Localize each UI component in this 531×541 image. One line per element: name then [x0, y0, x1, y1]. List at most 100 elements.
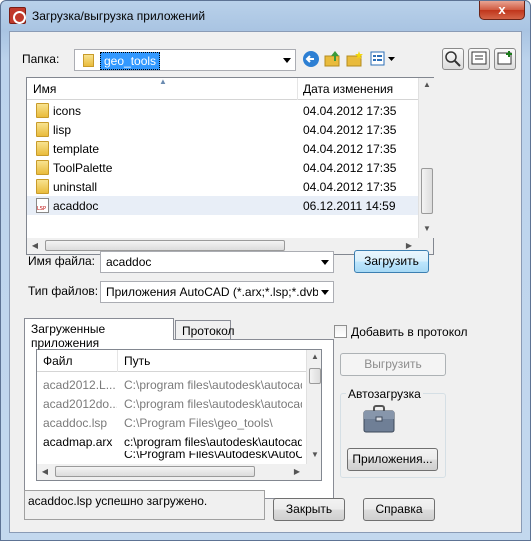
app-file: acaddoc.lsp — [43, 416, 108, 430]
autocad-app-icon — [9, 7, 26, 24]
app-row[interactable]: acad2012do... C:\program files\autodesk\… — [37, 394, 307, 413]
chevron-down-icon — [283, 58, 291, 63]
lsp-file-icon — [36, 198, 49, 213]
loaded-applications-list[interactable]: Файл Путь acad2012.L... C:\program files… — [36, 349, 322, 481]
column-divider[interactable] — [117, 350, 118, 372]
help-button[interactable]: Справка — [363, 498, 435, 521]
app-path: C:\Program Files\geo_tools\ — [124, 416, 273, 430]
app-row[interactable]: C:\Program Files\Autodesk\AutoCA... — [37, 451, 307, 462]
app-file: acad2012do... — [43, 397, 117, 411]
sort-ascending-icon: ▲ — [159, 77, 167, 86]
app-path: c:\program files\autodesk\autocad ... — [124, 435, 302, 449]
file-name: template — [53, 142, 100, 156]
chevron-down-icon — [321, 290, 329, 295]
file-row[interactable]: ToolPalette 04.04.2012 17:35 — [27, 158, 418, 177]
file-date: 04.04.2012 17:35 — [303, 180, 397, 194]
scroll-left-icon[interactable]: ◀ — [27, 241, 43, 250]
file-list[interactable]: Имя ▲ Дата изменения icons 04.04.2012 17… — [26, 77, 434, 255]
app-file: acadmap.arx — [43, 435, 113, 449]
app-list-header: Файл Путь — [37, 350, 307, 372]
title-bar[interactable]: Загрузка/выгрузка приложений x — [1, 1, 530, 31]
filetype-combo[interactable]: Приложения AutoCAD (*.arx;*.lsp;*.dvb;*.… — [100, 281, 334, 303]
add-to-log-label: Добавить в протокол — [351, 325, 468, 339]
new-folder-icon[interactable] — [346, 50, 366, 70]
file-name: lisp — [53, 123, 72, 137]
app-path: C:\Program Files\Autodesk\AutoCA... — [124, 451, 302, 461]
file-list-header: Имя ▲ Дата изменения — [27, 77, 418, 100]
add-to-log-checkbox[interactable] — [334, 325, 347, 338]
scroll-thumb[interactable] — [55, 466, 255, 477]
app-path: C:\program files\autodesk\autocad ... — [124, 397, 302, 411]
folder-label: Папка: — [22, 52, 60, 66]
scroll-thumb[interactable] — [45, 240, 285, 251]
file-row[interactable]: uninstall 04.04.2012 17:35 — [27, 177, 418, 196]
folder-icon — [36, 179, 49, 194]
name-column-header[interactable]: Имя — [33, 82, 56, 96]
chevron-down-icon — [321, 260, 329, 265]
scroll-up-icon[interactable]: ▲ — [307, 352, 321, 361]
filename-combo[interactable]: acaddoc — [100, 251, 334, 273]
scroll-left-icon[interactable]: ◀ — [37, 467, 53, 476]
loaded-applications-panel: Файл Путь acad2012.L... C:\program files… — [24, 339, 334, 499]
file-name: icons — [53, 104, 82, 118]
app-path: C:\program files\autodesk\autocad ... — [124, 378, 302, 392]
file-row[interactable]: lisp 04.04.2012 17:35 — [27, 120, 418, 139]
scroll-thumb[interactable] — [309, 368, 321, 384]
folder-icon — [36, 141, 49, 156]
load-button[interactable]: Загрузить — [354, 250, 429, 273]
file-list-vertical-scrollbar[interactable]: ▲ ▼ — [418, 78, 434, 238]
file-row[interactable]: template 04.04.2012 17:35 — [27, 139, 418, 158]
add-to-favorites-icon[interactable] — [494, 48, 516, 70]
tab-log[interactable]: Протокол — [175, 320, 235, 340]
file-date: 04.04.2012 17:35 — [303, 142, 397, 156]
folder-icon — [36, 122, 49, 137]
window-title: Загрузка/выгрузка приложений — [32, 9, 206, 23]
column-divider[interactable] — [297, 78, 298, 100]
file-column-header[interactable]: Файл — [43, 354, 73, 368]
app-list-vertical-scrollbar[interactable]: ▲ ▼ — [306, 350, 321, 464]
scroll-thumb[interactable] — [421, 168, 433, 214]
file-date: 04.04.2012 17:35 — [303, 161, 397, 175]
dialog-window: Загрузка/выгрузка приложений x Папка: ge… — [0, 0, 531, 541]
scroll-right-icon[interactable]: ▶ — [289, 467, 305, 476]
app-list-horizontal-scrollbar[interactable]: ◀ ▶ — [37, 464, 321, 480]
folder-icon — [36, 160, 49, 175]
scroll-down-icon[interactable]: ▼ — [419, 224, 435, 233]
path-column-header[interactable]: Путь — [124, 354, 150, 368]
autoload-group-label: Автозагрузка — [346, 387, 423, 401]
date-column-header[interactable]: Дата изменения — [303, 82, 393, 96]
scroll-down-icon[interactable]: ▼ — [307, 450, 321, 459]
file-date: 04.04.2012 17:35 — [303, 123, 397, 137]
status-message: acaddoc.lsp успешно загружено. — [28, 494, 208, 508]
app-row[interactable]: acaddoc.lsp C:\Program Files\geo_tools\ — [37, 413, 307, 432]
file-date: 06.12.2011 14:59 — [303, 199, 396, 213]
file-row-selected[interactable]: acaddoc 06.12.2011 14:59 — [27, 196, 418, 215]
back-icon[interactable] — [302, 50, 322, 70]
close-window-button[interactable]: x — [479, 1, 525, 20]
scroll-right-icon[interactable]: ▶ — [401, 241, 417, 250]
filename-value: acaddoc — [106, 255, 152, 269]
close-button[interactable]: Закрыть — [273, 498, 345, 521]
scroll-up-icon[interactable]: ▲ — [419, 80, 435, 89]
up-folder-icon[interactable] — [324, 50, 344, 70]
folder-combo[interactable]: geo_tools — [74, 49, 296, 71]
tab-loaded-applications[interactable]: Загруженные приложения — [24, 318, 174, 350]
file-name: acaddoc — [53, 199, 99, 213]
folder-icon — [36, 103, 49, 118]
search-icon[interactable] — [442, 48, 464, 70]
app-row[interactable]: acadmap.arx c:\program files\autodesk\au… — [37, 432, 307, 451]
dialog-client-area: Папка: geo_tools Имя ▲ Дата изменения ic… — [9, 31, 522, 533]
file-row[interactable]: icons 04.04.2012 17:35 — [27, 101, 418, 120]
browse-files-icon[interactable] — [468, 48, 490, 70]
app-row[interactable]: acad2012.L... C:\program files\autodesk\… — [37, 375, 307, 394]
filetype-value: Приложения AutoCAD (*.arx;*.lsp;*.dvb;*.… — [106, 285, 318, 299]
filename-label: Имя файла: — [28, 254, 95, 268]
applications-button[interactable]: Приложения... — [347, 448, 438, 471]
folder-icon — [83, 54, 94, 67]
briefcase-icon — [362, 404, 396, 434]
views-menu-icon[interactable] — [370, 50, 398, 70]
unload-button[interactable]: Выгрузить — [340, 353, 446, 376]
file-name: ToolPalette — [53, 161, 113, 175]
file-name: uninstall — [53, 180, 98, 194]
filetype-label: Тип файлов: — [28, 284, 99, 298]
